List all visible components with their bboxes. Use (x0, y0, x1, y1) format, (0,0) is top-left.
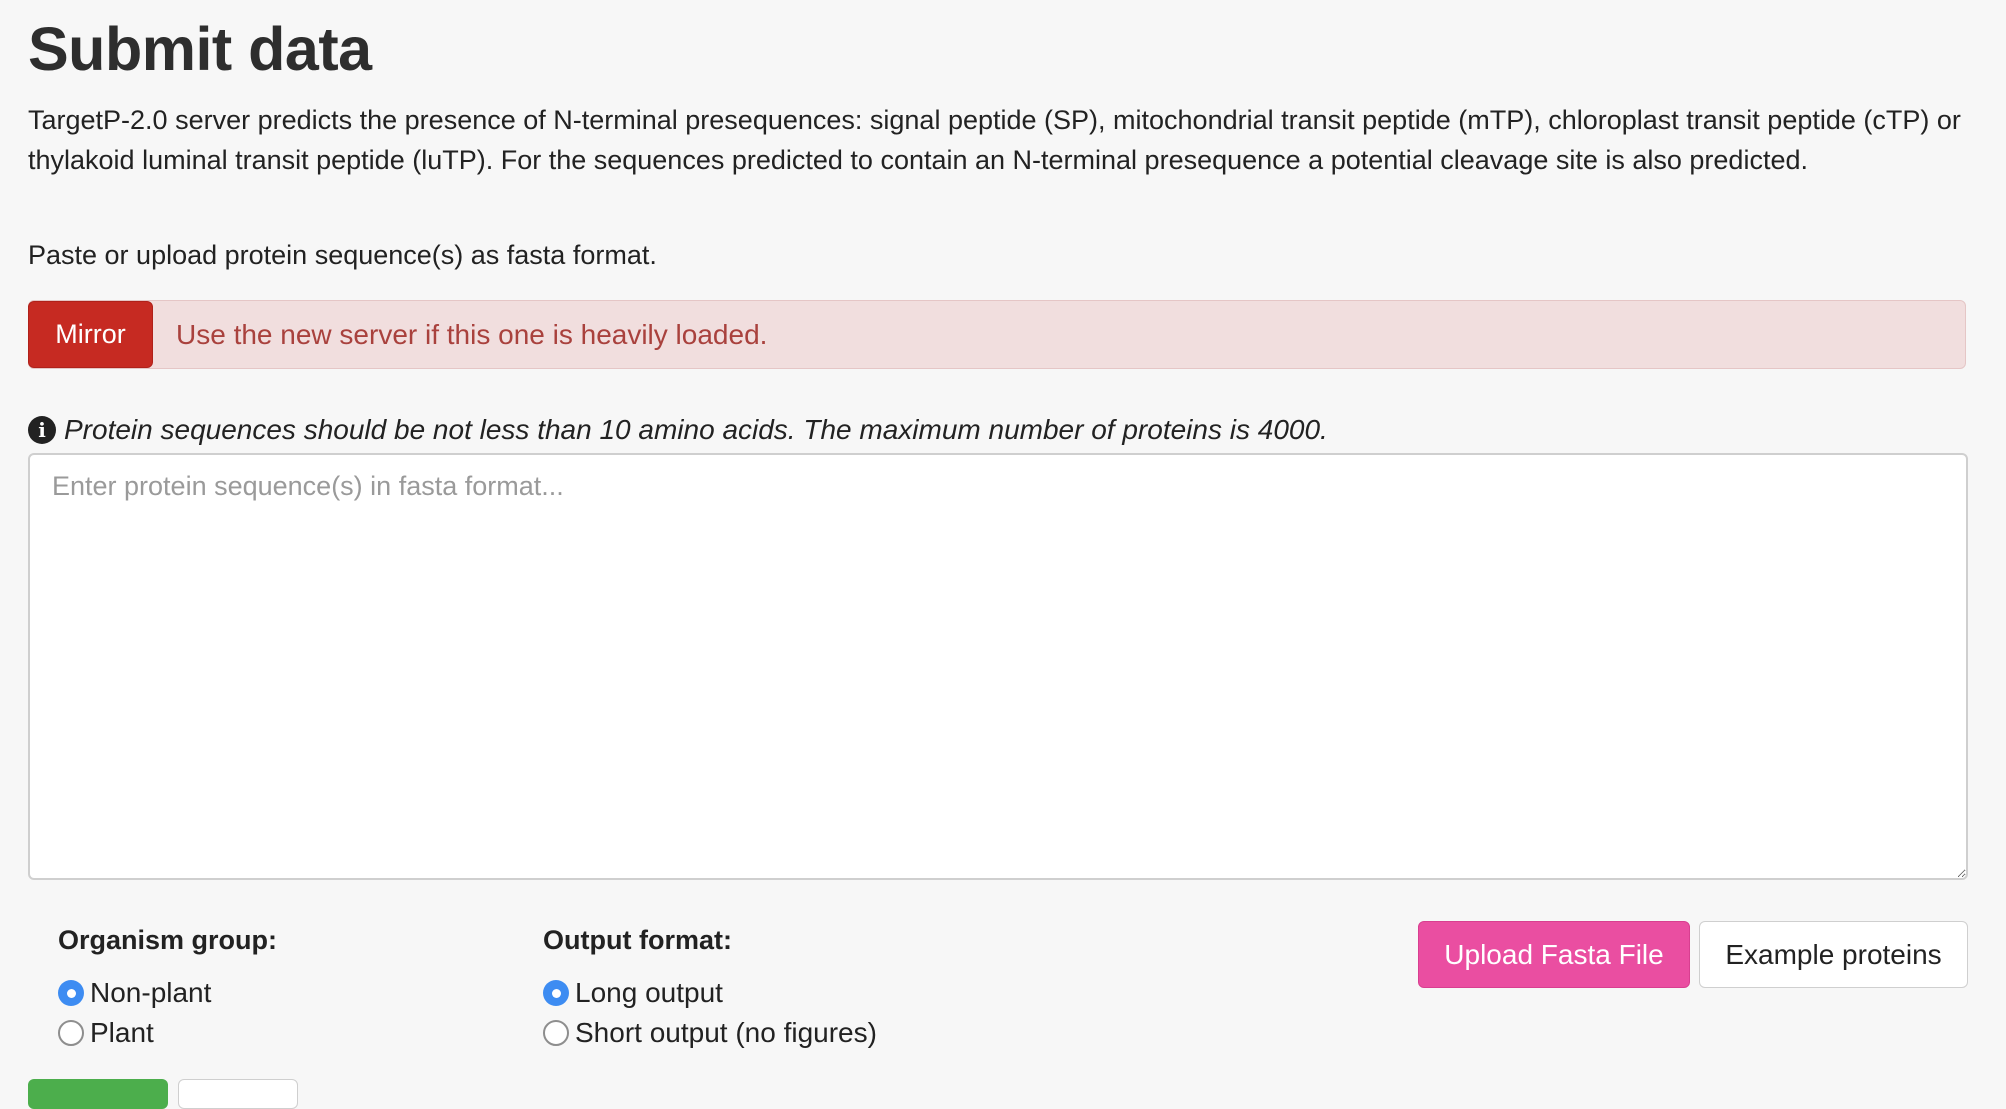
mirror-alert-message: Use the new server if this one is heavil… (176, 318, 768, 350)
radio-unchecked-icon[interactable] (58, 1020, 84, 1046)
mirror-button[interactable]: Mirror (28, 301, 153, 368)
radio-checked-icon[interactable] (58, 980, 84, 1006)
clear-button[interactable] (178, 1079, 298, 1109)
sequence-limits-text: Protein sequences should be not less tha… (64, 414, 1328, 445)
upload-fasta-button[interactable]: Upload Fasta File (1418, 921, 1690, 988)
organism-option-label: Non-plant (90, 977, 212, 1008)
organism-option-non-plant[interactable]: Non-plant (58, 973, 277, 1013)
server-description: TargetP-2.0 server predicts the presence… (28, 105, 1961, 175)
organism-option-label: Plant (90, 1017, 154, 1048)
example-proteins-button[interactable]: Example proteins (1699, 921, 1968, 988)
organism-group: Organism group: Non-plant Plant (58, 925, 277, 1053)
output-format-title: Output format: (543, 925, 732, 955)
output-option-label: Short output (no figures) (575, 1017, 877, 1048)
output-option-short[interactable]: Short output (no figures) (543, 1013, 877, 1053)
output-format-group: Output format: Long output Short output … (543, 925, 877, 1053)
instruction-text: Paste or upload protein sequence(s) as f… (28, 240, 657, 270)
info-circle-icon: i (28, 416, 56, 444)
page-title: Submit data (28, 15, 372, 83)
sequence-input[interactable] (28, 453, 1968, 880)
mirror-alert: Mirror Use the new server if this one is… (28, 300, 1966, 369)
output-option-long[interactable]: Long output (543, 973, 877, 1013)
organism-option-plant[interactable]: Plant (58, 1013, 277, 1053)
organism-group-title: Organism group: (58, 925, 278, 955)
radio-checked-icon[interactable] (543, 980, 569, 1006)
output-option-label: Long output (575, 977, 723, 1008)
sequence-limits-note: i Protein sequences should be not less t… (28, 414, 1328, 446)
submit-button[interactable] (28, 1079, 168, 1109)
radio-unchecked-icon[interactable] (543, 1020, 569, 1046)
